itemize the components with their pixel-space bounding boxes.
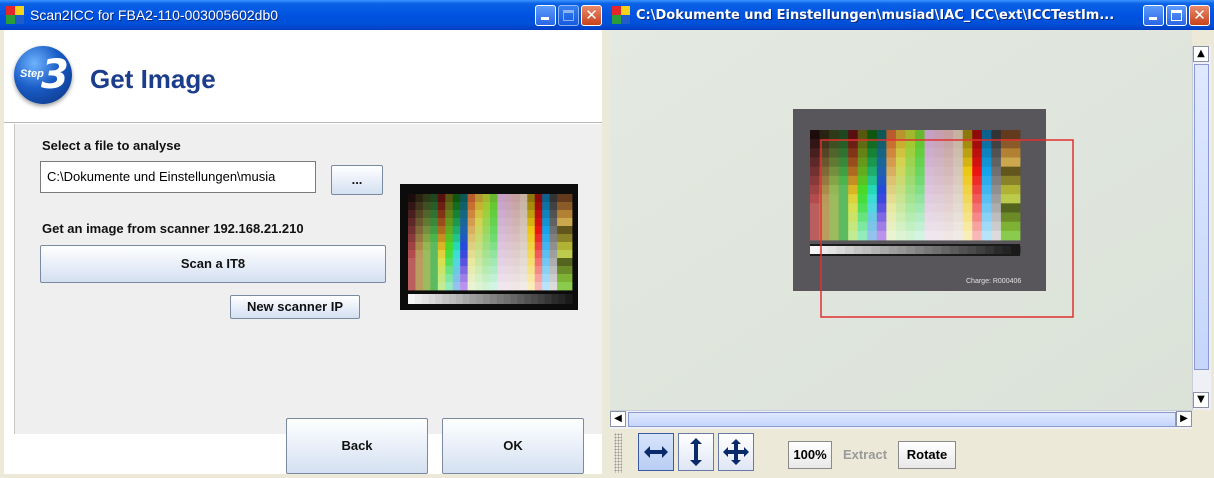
- viewer-toolbar: 100% Extract Rotate: [610, 429, 1210, 475]
- image-viewer-window: C:\Dokumente und Einstellungen\musiad\IA…: [606, 0, 1214, 478]
- maximize-button: [558, 4, 579, 26]
- scroll-right-arrow-icon[interactable]: ▶: [1176, 411, 1192, 427]
- ok-button[interactable]: OK: [442, 418, 584, 474]
- left-window-title: Scan2ICC for FBA2-110-003005602db0: [30, 7, 279, 23]
- horizontal-scrollbar[interactable]: ◀ ▶: [610, 410, 1192, 429]
- scan2icc-window: Scan2ICC for FBA2-110-003005602db0 ✕ Ste…: [0, 0, 606, 478]
- image-viewport[interactable]: Charge: R000406: [610, 30, 1192, 410]
- scroll-left-arrow-icon[interactable]: ◀: [610, 411, 626, 427]
- double-arrow-vertical-icon: [690, 438, 702, 466]
- extract-button: Extract: [842, 447, 888, 462]
- fit-width-button[interactable]: [638, 433, 674, 471]
- scanner-label: Get an image from scanner 192.168.21.210: [42, 221, 304, 236]
- vertical-scroll-thumb[interactable]: [1194, 64, 1209, 370]
- browse-button[interactable]: ...: [331, 165, 383, 195]
- close-icon: ✕: [585, 5, 598, 24]
- scan-it8-button[interactable]: Scan a IT8: [40, 245, 386, 283]
- toolbar-grip[interactable]: [614, 433, 622, 473]
- zoom-100-button[interactable]: 100%: [788, 441, 832, 469]
- viewer-minimize-button[interactable]: [1143, 4, 1164, 26]
- minimize-button[interactable]: [535, 4, 556, 26]
- scroll-up-arrow-icon[interactable]: ▲: [1193, 46, 1209, 62]
- maximize-icon: [563, 9, 574, 21]
- fit-all-button[interactable]: [718, 433, 754, 471]
- step-number: 3: [41, 52, 69, 98]
- minimize-icon: [541, 16, 549, 20]
- maximize-icon: [1171, 9, 1182, 21]
- scroll-down-arrow-icon[interactable]: ▼: [1193, 392, 1209, 408]
- target-charge-label: Charge: R000406: [966, 278, 1021, 285]
- right-window-title: C:\Dokumente und Einstellungen\musiad\IA…: [636, 7, 1115, 23]
- step-badge: Step 3: [14, 46, 72, 104]
- left-titlebar[interactable]: Scan2ICC for FBA2-110-003005602db0 ✕: [0, 0, 606, 30]
- viewer-maximize-button[interactable]: [1166, 4, 1187, 26]
- wizard-body: Step 3 Get Image Select a file to analys…: [4, 30, 602, 474]
- minimize-icon: [1149, 16, 1157, 20]
- page-title: Get Image: [90, 64, 216, 94]
- fit-height-button[interactable]: [678, 433, 714, 471]
- close-icon: ✕: [1193, 5, 1206, 24]
- horizontal-scroll-thumb[interactable]: [628, 412, 1176, 427]
- app-icon: [6, 6, 24, 24]
- it8-thumbnail-image: [400, 184, 578, 310]
- vertical-scrollbar[interactable]: ▲ ▼: [1192, 46, 1211, 410]
- double-arrow-horizontal-icon: [644, 446, 668, 458]
- back-button[interactable]: Back: [286, 418, 428, 474]
- scanned-image: Charge: R000406: [610, 30, 1192, 410]
- wizard-header: Step 3 Get Image: [4, 30, 602, 123]
- new-scanner-ip-button[interactable]: New scanner IP: [230, 295, 360, 319]
- close-button[interactable]: ✕: [581, 4, 602, 26]
- four-way-arrow-icon: [723, 439, 749, 465]
- file-path-input[interactable]: C:\Dokumente und Einstellungen\musia: [40, 161, 316, 193]
- right-titlebar[interactable]: C:\Dokumente und Einstellungen\musiad\IA…: [606, 0, 1214, 30]
- file-section-label: Select a file to analyse: [42, 138, 181, 153]
- viewer-app-icon: [612, 6, 630, 24]
- rotate-button[interactable]: Rotate: [898, 441, 956, 469]
- it8-thumbnail: [400, 184, 578, 310]
- viewer-close-button[interactable]: ✕: [1189, 4, 1210, 26]
